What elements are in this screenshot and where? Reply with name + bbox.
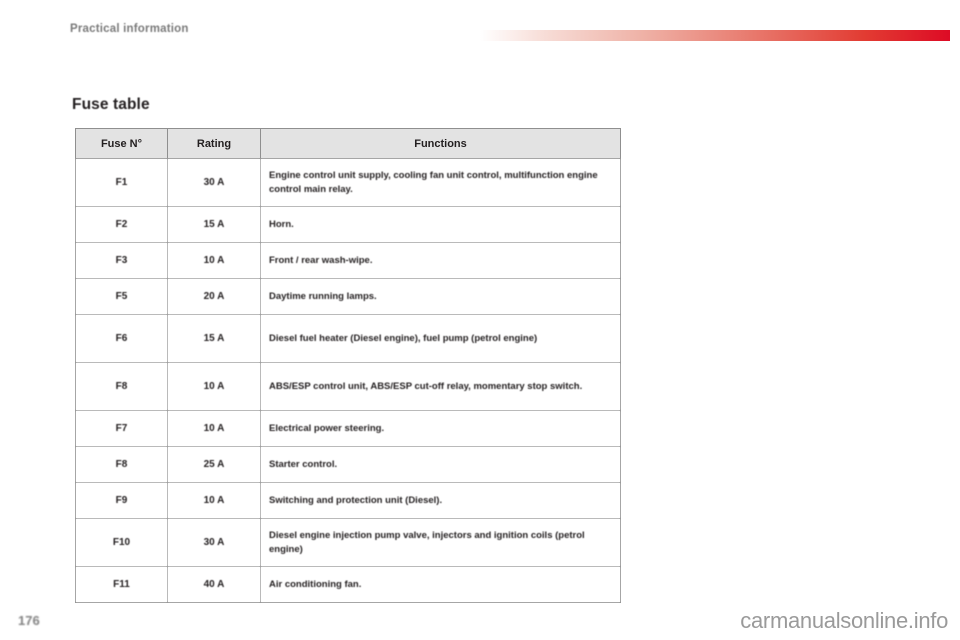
cell-functions: Horn. — [260, 206, 621, 243]
cell-rating: 10 A — [167, 410, 261, 447]
site-watermark: carmanualsonline.info — [740, 608, 948, 633]
table-body: F1 30 A Engine control unit supply, coolin… — [75, 158, 621, 603]
cell-functions: ABS/ESP control unit, ABS/ESP cut-off re… — [260, 362, 621, 411]
column-header-functions: Functions — [260, 128, 621, 159]
table-row: F10 30 A Diesel engine injection pump valv… — [75, 518, 621, 567]
cell-fuse-number: F5 — [75, 278, 168, 315]
cell-fuse-number: F8 — [75, 446, 168, 483]
cell-fuse-number: F6 — [75, 314, 168, 363]
table-row: F9 10 A Switching and protection unit (Die… — [75, 482, 621, 519]
table-row: F3 10 A Front / rear wash-wipe. — [75, 242, 621, 279]
cell-rating: 25 A — [167, 446, 261, 483]
column-header-rating: Rating — [167, 128, 261, 159]
cell-rating: 40 A — [167, 566, 261, 603]
cell-functions: Air conditioning fan. — [260, 566, 621, 603]
table-row: F7 10 A Electrical power steering. — [75, 410, 621, 447]
header-accent-bar — [480, 30, 950, 41]
table-row: F8 25 A Starter control. — [75, 446, 621, 483]
page-number: 176 — [18, 613, 40, 628]
cell-fuse-number: F3 — [75, 242, 168, 279]
cell-rating: 30 A — [167, 518, 261, 567]
page-title: Fuse table — [72, 96, 150, 113]
table-row: F8 10 A ABS/ESP control unit, ABS/ESP cut-… — [75, 362, 621, 411]
cell-fuse-number: F8 — [75, 362, 168, 411]
cell-rating: 15 A — [167, 314, 261, 363]
manual-page: Practical information Fuse table Fuse N°… — [0, 0, 960, 640]
cell-fuse-number: F7 — [75, 410, 168, 447]
cell-rating: 20 A — [167, 278, 261, 315]
cell-fuse-number: F1 — [75, 158, 168, 207]
cell-functions: Diesel fuel heater (Diesel engine), fuel… — [260, 314, 621, 363]
cell-functions: Switching and protection unit (Diesel). — [260, 482, 621, 519]
cell-functions: Daytime running lamps. — [260, 278, 621, 315]
cell-rating: 30 A — [167, 158, 261, 207]
cell-rating: 10 A — [167, 362, 261, 411]
table-header-row: Fuse N° Rating Functions — [75, 128, 621, 159]
table-row: F11 40 A Air conditioning fan. — [75, 566, 621, 603]
cell-fuse-number: F10 — [75, 518, 168, 567]
fuse-table: Fuse N° Rating Functions F1 30 A Engine co… — [75, 128, 621, 603]
cell-fuse-number: F9 — [75, 482, 168, 519]
cell-functions: Electrical power steering. — [260, 410, 621, 447]
cell-functions: Diesel engine injection pump valve, inje… — [260, 518, 621, 567]
column-header-fuse: Fuse N° — [75, 128, 168, 159]
cell-fuse-number: F11 — [75, 566, 168, 603]
table-row: F5 20 A Daytime running lamps. — [75, 278, 621, 315]
table-row: F2 15 A Horn. — [75, 206, 621, 243]
cell-fuse-number: F2 — [75, 206, 168, 243]
section-header: Practical information — [70, 23, 189, 35]
cell-functions: Starter control. — [260, 446, 621, 483]
cell-functions: Engine control unit supply, cooling fan … — [260, 158, 621, 207]
table-row: F6 15 A Diesel fuel heater (Diesel engine)… — [75, 314, 621, 363]
cell-rating: 10 A — [167, 482, 261, 519]
cell-functions: Front / rear wash-wipe. — [260, 242, 621, 279]
cell-rating: 10 A — [167, 242, 261, 279]
table-row: F1 30 A Engine control unit supply, coolin… — [75, 158, 621, 207]
cell-rating: 15 A — [167, 206, 261, 243]
